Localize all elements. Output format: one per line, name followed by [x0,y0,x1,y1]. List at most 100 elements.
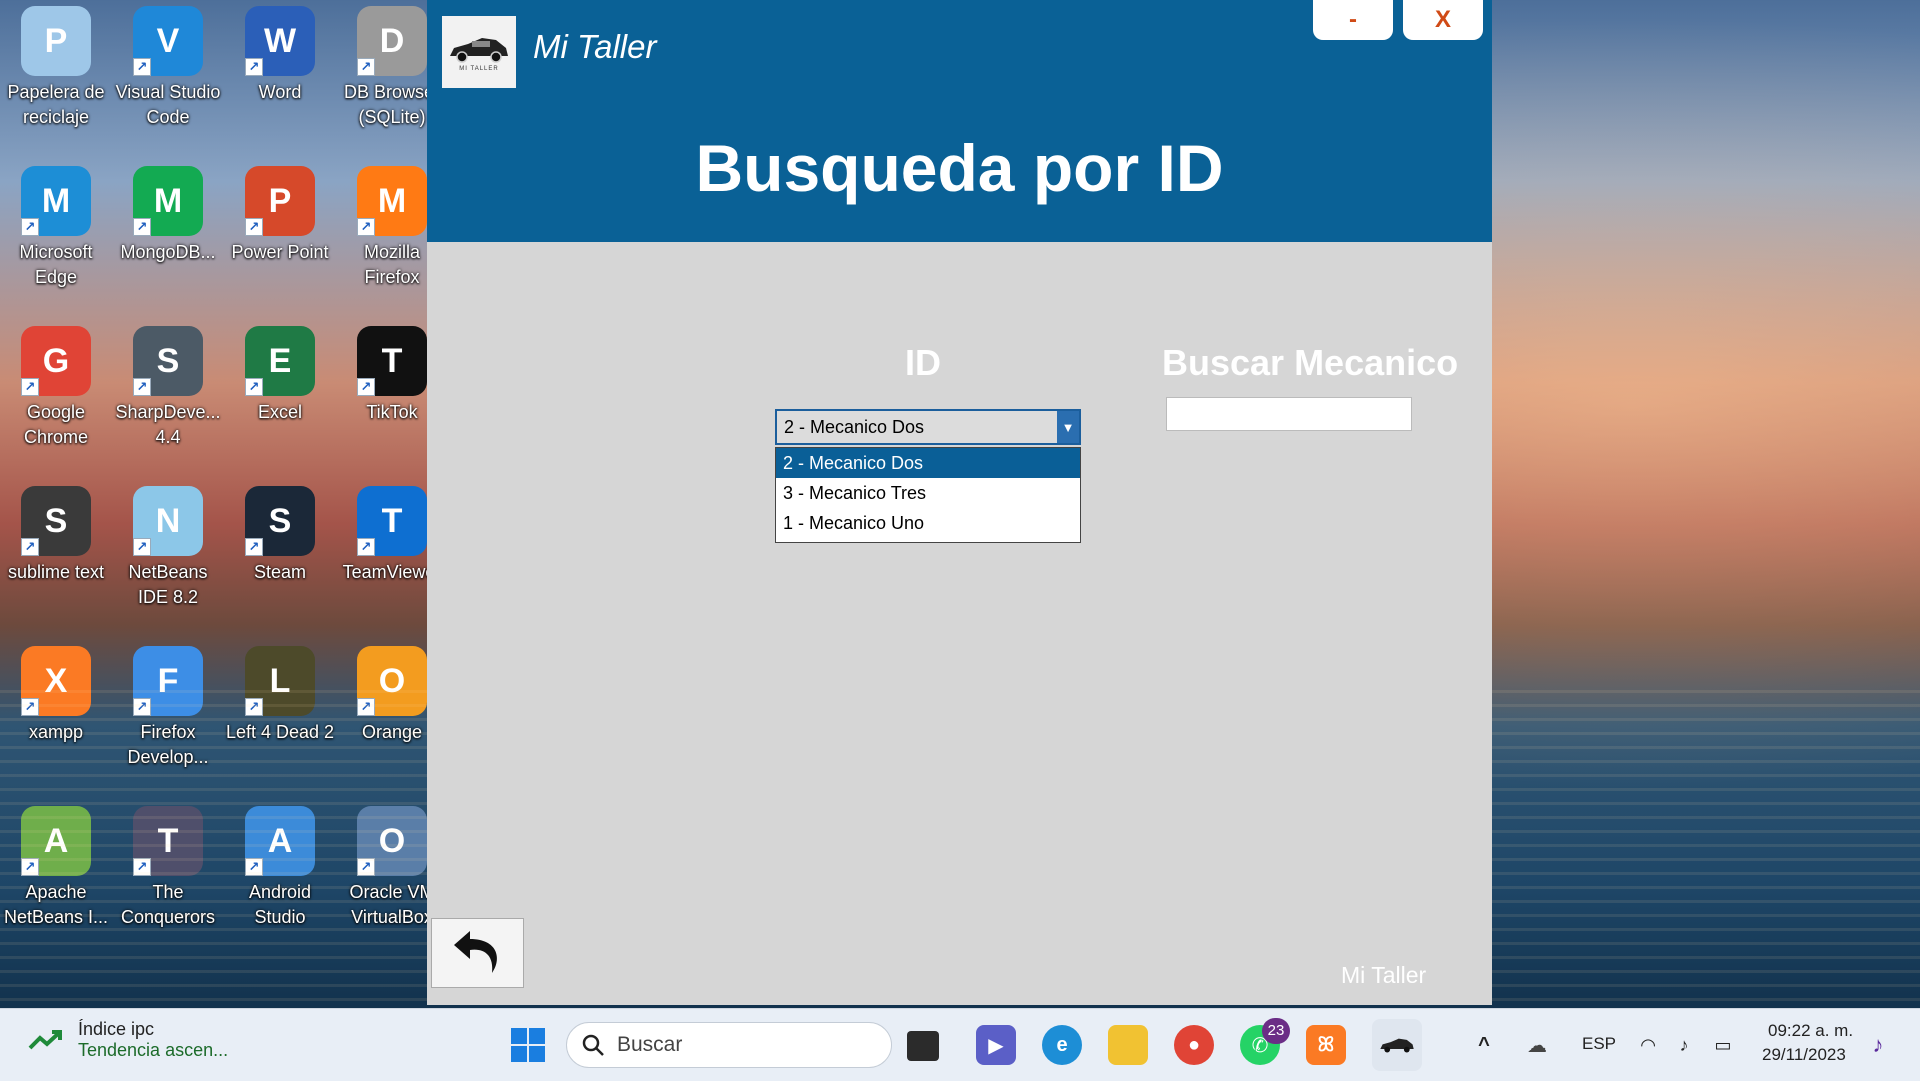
desktop-icon-label: xampp [28,722,84,742]
taskbar-search-box[interactable]: Buscar [566,1022,892,1068]
search-mechanic-input[interactable] [1166,397,1412,431]
dropdown-option[interactable]: 2 - Mecanico Dos [776,448,1080,478]
desktop-icon[interactable]: W ↗ Word [224,0,336,105]
shortcut-arrow-icon: ↗ [357,538,375,556]
clock-time[interactable]: 09:22 a. m. [1768,1021,1853,1041]
desktop-icon-label: Steam [253,562,307,582]
search-mechanic-label: Buscar Mecanico [1162,342,1459,383]
back-button[interactable] [431,918,524,988]
windows-start-icon[interactable] [508,1025,548,1065]
desktop-icon[interactable]: A ↗ Android Studio [224,800,336,930]
desktop-icon[interactable]: S ↗ sublime text [0,480,112,585]
desktop-icon[interactable]: M ↗ Microsoft Edge [0,160,112,290]
wifi-icon[interactable]: ◠ [1634,1025,1662,1065]
xampp-icon: X ↗ [21,646,91,716]
shortcut-arrow-icon: ↗ [245,698,263,716]
app-header: MI TALLER Mi Taller - X Busqueda por ID [427,0,1492,242]
id-label: ID [905,342,941,383]
shortcut-arrow-icon: ↗ [133,858,151,876]
id-dropdown-list: 2 - Mecanico Dos 3 - Mecanico Tres 1 - Mec… [775,447,1081,543]
news-widget[interactable]: Índice ipc Tendencia ascen... [28,1019,228,1061]
shortcut-arrow-icon: ↗ [21,378,39,396]
shortcut-arrow-icon: ↗ [21,538,39,556]
shortcut-arrow-icon: ↗ [245,378,263,396]
xampp-taskbar-icon[interactable]: ꕤ [1306,1025,1346,1065]
vscode-icon: V ↗ [133,6,203,76]
desktop-icon[interactable]: S ↗ SharpDeve... 4.4 [112,320,224,450]
shortcut-arrow-icon: ↗ [133,698,151,716]
shortcut-arrow-icon: ↗ [133,378,151,396]
widget-subtitle: Tendencia ascen... [78,1040,229,1060]
desktop-icon[interactable]: N ↗ NetBeans IDE 8.2 [112,480,224,610]
desktop-icon[interactable]: A ↗ Apache NetBeans I... [0,800,112,930]
desktop-icon-label: Word [258,82,302,102]
desktop-icon[interactable]: V ↗ Visual Studio Code [112,0,224,130]
desktop-icon[interactable]: S ↗ Steam [224,480,336,585]
orange-icon: O ↗ [357,646,427,716]
desktop-icon[interactable]: L ↗ Left 4 Dead 2 [224,640,336,745]
virtualbox-icon: O ↗ [357,806,427,876]
chevron-down-icon[interactable]: ▼ [1057,411,1079,443]
desktop-icon-label: Left 4 Dead 2 [225,722,335,742]
chevron-up-icon[interactable]: ^ [1472,1025,1496,1065]
dropdown-option[interactable]: 1 - Mecanico Uno [776,508,1080,538]
teams-icon[interactable]: ▶ [976,1025,1016,1065]
desktop-icon[interactable]: F ↗ Firefox Develop... [112,640,224,770]
footer-brand: Mi Taller [1341,962,1427,988]
notification-bell-icon[interactable]: ♪ [1864,1025,1892,1065]
desktop-icon[interactable]: P ↗ Power Point [224,160,336,265]
whatsapp-unread-badge: 23 [1262,1018,1290,1044]
id-combobox[interactable]: 2 - Mecanico Dos ▼ [775,409,1081,445]
shortcut-arrow-icon: ↗ [133,538,151,556]
logo-text: MI TALLER [459,66,499,72]
minimize-button[interactable]: - [1313,0,1393,40]
undo-arrow-icon [453,931,497,973]
file-explorer-icon[interactable] [1108,1025,1148,1065]
left4dead-icon: L ↗ [245,646,315,716]
search-icon [582,1034,604,1056]
firefox-icon: M ↗ [357,166,427,236]
trend-up-icon [28,1030,62,1050]
close-button[interactable]: X [1403,0,1483,40]
shortcut-arrow-icon: ↗ [357,218,375,236]
chrome-taskbar-icon[interactable]: ● [1174,1025,1214,1065]
shortcut-arrow-icon: ↗ [21,698,39,716]
recycle-bin-icon: P [21,6,91,76]
desktop-icon-label: sublime text [7,562,105,582]
steam-icon: S ↗ [245,486,315,556]
desktop-icon[interactable]: E ↗ Excel [224,320,336,425]
clock-date[interactable]: 29/11/2023 [1762,1045,1846,1065]
sublime-icon: S ↗ [21,486,91,556]
powerpoint-icon: P ↗ [245,166,315,236]
edge-taskbar-icon[interactable]: e [1042,1025,1082,1065]
shortcut-arrow-icon: ↗ [133,58,151,76]
desktop-icon-label: SharpDeve... 4.4 [115,402,221,447]
shortcut-arrow-icon: ↗ [21,218,39,236]
desktop-icon-label: Visual Studio Code [115,82,221,127]
volume-icon[interactable]: ♪ [1670,1025,1698,1065]
onedrive-icon[interactable]: ☁ [1522,1025,1552,1065]
chrome-icon: G ↗ [21,326,91,396]
shortcut-arrow-icon: ↗ [357,698,375,716]
desktop-icon-label: Firefox Develop... [127,722,209,767]
desktop-icon[interactable]: M ↗ MongoDB... [112,160,224,265]
desktop-icon[interactable]: P Papelera de reciclaje [0,0,112,130]
task-view-icon[interactable] [907,1031,939,1061]
shortcut-arrow-icon: ↗ [245,218,263,236]
android-studio-icon: A ↗ [245,806,315,876]
desktop-icon[interactable]: X ↗ xampp [0,640,112,745]
desktop-icon[interactable]: G ↗ Google Chrome [0,320,112,450]
shortcut-arrow-icon: ↗ [245,538,263,556]
id-combobox-value: 2 - Mecanico Dos [784,416,925,437]
dropdown-option[interactable]: 3 - Mecanico Tres [776,478,1080,508]
shortcut-arrow-icon: ↗ [357,858,375,876]
language-indicator[interactable]: ESP [1582,1034,1616,1054]
desktop-icon-label: Microsoft Edge [19,242,93,287]
app-logo: MI TALLER [442,16,516,88]
battery-icon[interactable]: ▭ [1708,1025,1738,1065]
netbeans-icon: N ↗ [133,486,203,556]
car-logo-icon [450,38,508,63]
mi-taller-taskbar-icon[interactable] [1372,1019,1422,1071]
desktop-icon[interactable]: T ↗ The Conquerors [112,800,224,930]
desktop-icon-label: Power Point [231,242,329,262]
